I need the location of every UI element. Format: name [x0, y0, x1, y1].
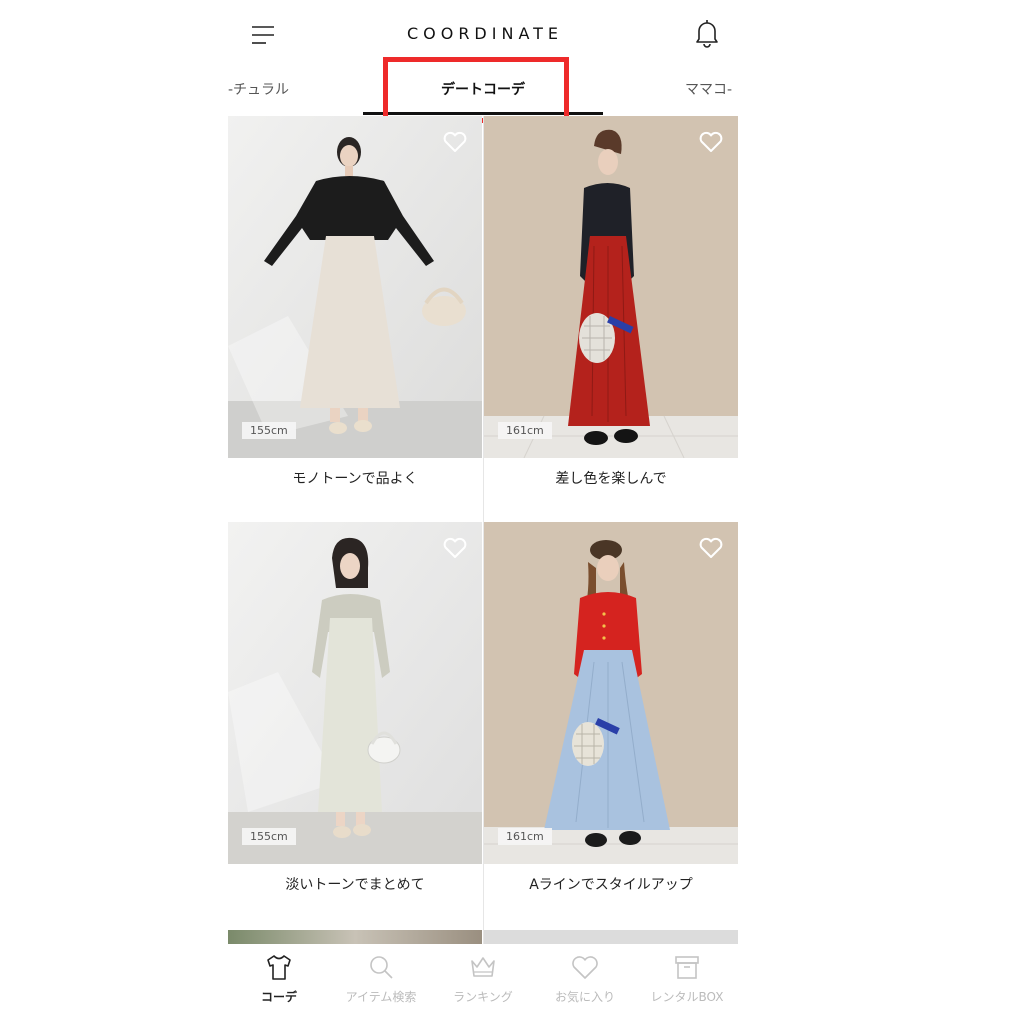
nav-label: アイテム検索 — [345, 990, 417, 1004]
heart-outline-icon — [699, 537, 723, 558]
favorite-button[interactable] — [442, 130, 468, 154]
bottom-navigation: コーデ アイテム検索 ランキング お気に入り レンタルBOX — [228, 944, 742, 1024]
tab-natural[interactable]: -チュラル — [228, 70, 289, 112]
height-badge: 161cm — [498, 828, 552, 845]
box-icon — [675, 956, 699, 979]
card-caption: 淡いトーンでまとめて — [285, 877, 425, 893]
nav-rental-box[interactable]: レンタルBOX — [636, 952, 738, 1005]
favorite-button[interactable] — [698, 130, 724, 154]
outfit-photo[interactable]: 161cm — [484, 116, 738, 458]
nav-ranking[interactable]: ランキング — [432, 952, 534, 1005]
card-caption: モノトーンで品よく — [292, 471, 418, 487]
active-tab-indicator — [363, 112, 603, 115]
heart-icon — [572, 956, 598, 979]
search-icon — [370, 956, 393, 979]
nav-item-search[interactable]: アイテム検索 — [330, 952, 432, 1005]
outfit-photo[interactable]: 155cm — [228, 116, 482, 458]
app-header: COORDINATE — [228, 0, 742, 66]
nav-label: ランキング — [453, 990, 513, 1004]
app-screen: COORDINATE -チュラル デートコーデ ママコ- 155cm モノトーン… — [228, 0, 742, 1024]
outfit-photo[interactable]: 161cm — [484, 522, 738, 864]
next-card-preview — [484, 930, 738, 944]
height-badge: 155cm — [242, 422, 296, 439]
heart-outline-icon — [443, 131, 467, 152]
heart-outline-icon — [699, 131, 723, 152]
tab-mama-coordinate[interactable]: ママコ- — [685, 70, 732, 112]
favorite-button[interactable] — [698, 536, 724, 560]
card-caption: Aラインでスタイルアップ — [529, 877, 693, 893]
outfit-photo[interactable]: 155cm — [228, 522, 482, 864]
nav-coordinate[interactable]: コーデ — [228, 952, 330, 1005]
nav-label: お気に入り — [554, 990, 615, 1004]
height-badge: 155cm — [242, 828, 296, 845]
outfit-photo-image — [228, 116, 482, 458]
nav-favorites[interactable]: お気に入り — [534, 952, 636, 1005]
tab-date-coordinate[interactable]: デートコーデ — [363, 70, 603, 112]
outfit-photo-image — [484, 116, 738, 458]
height-badge: 161cm — [498, 422, 552, 439]
app-title: COORDINATE — [406, 24, 564, 43]
crown-icon — [471, 957, 495, 977]
nav-label: レンタルBOX — [650, 990, 724, 1004]
bell-icon — [696, 20, 718, 48]
tshirt-icon — [267, 955, 291, 980]
card-caption: 差し色を楽しんで — [555, 471, 667, 487]
outfit-photo-image — [484, 522, 738, 864]
next-row-preview — [228, 930, 742, 944]
nav-label: コーデ — [260, 990, 297, 1004]
heart-outline-icon — [443, 537, 467, 558]
favorite-button[interactable] — [442, 536, 468, 560]
outfit-photo-image — [228, 522, 482, 864]
category-tabs: -チュラル デートコーデ ママコ- — [228, 57, 742, 123]
next-card-preview — [228, 930, 482, 944]
notification-button[interactable] — [694, 18, 720, 48]
